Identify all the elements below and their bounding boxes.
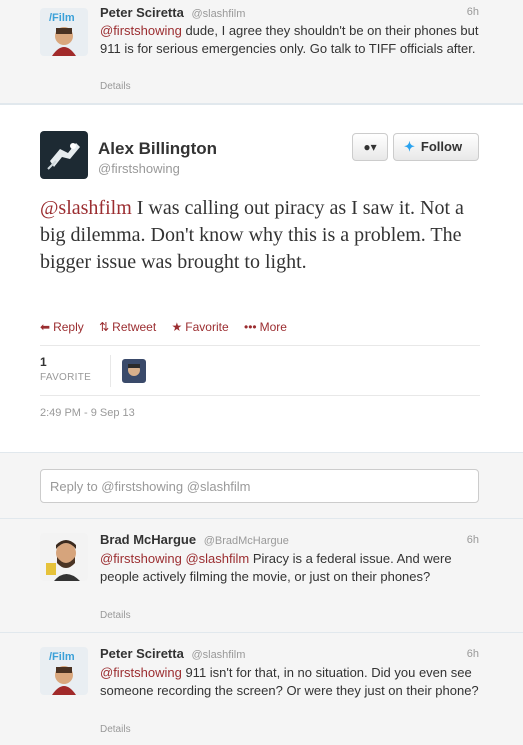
details-link[interactable]: Details [100,724,131,735]
divider [40,345,480,346]
divider [110,355,111,387]
user-actions-button[interactable]: ●▾ [352,133,388,161]
retweet-label: Retweet [112,320,157,334]
favorites-label[interactable]: FAVORITE [40,372,91,383]
tweet-text: @firstshowing dude, I agree they shouldn… [100,22,485,58]
reply-label: Reply [53,320,84,334]
reply-icon: ⬅ [40,320,51,334]
author-name[interactable]: Alex Billington [98,139,217,159]
more-action[interactable]: ••• More [244,320,287,334]
mention-link[interactable]: @slashfilm [185,551,249,566]
tweet-header: Peter Sciretta @slashfilm [100,5,245,20]
expanded-tweet: Alex Billington @firstshowing ●▾ ✦ Follow… [0,104,523,453]
svg-text:/Film: /Film [49,651,75,663]
divider [40,395,480,396]
avatar[interactable]: /Film [40,8,88,56]
details-link[interactable]: Details [100,610,131,621]
tweet-brad[interactable]: Brad McHargue @BradMcHargue 6h @firstsho… [0,519,523,633]
tweet-time[interactable]: 6h [467,6,479,18]
tweet-peter-1[interactable]: /Film Peter Sciretta @slashfilm 6h @firs… [0,0,523,104]
tweet-text: @firstshowing 911 isn't for that, in no … [100,664,485,700]
follow-button[interactable]: ✦ Follow [393,133,479,161]
follow-label: Follow [420,139,463,154]
favorites-count[interactable]: 1 [40,355,47,369]
tweet-header: Brad McHargue @BradMcHargue [100,532,289,547]
mention-link[interactable]: @firstshowing [100,23,182,38]
author-name[interactable]: Peter Sciretta [100,646,184,661]
bird-icon: ✦ [404,139,415,154]
author-handle[interactable]: @slashfilm [191,8,245,20]
details-link[interactable]: Details [100,81,131,92]
avatar[interactable]: /Film [40,647,88,695]
mention-link[interactable]: @firstshowing [100,551,182,566]
favoriter-avatar[interactable] [122,359,146,383]
reply-input[interactable]: Reply to @firstshowing @slashfilm [40,469,479,503]
star-icon: ★ [171,320,183,334]
user-icon: ● [363,140,371,154]
retweet-action[interactable]: ⇅ Retweet [99,320,156,334]
tweet-actions: ⬅ Reply ⇅ Retweet ★ Favorite ••• More [40,320,299,334]
mention-link[interactable]: @slashfilm [40,197,132,219]
reply-action[interactable]: ⬅ Reply [40,320,84,334]
author-handle[interactable]: @slashfilm [191,649,245,661]
tweet-text: @slashfilm I was calling out piracy as I… [40,195,490,276]
tweet-time[interactable]: 6h [467,648,479,660]
tweet-timestamp[interactable]: 2:49 PM - 9 Sep 13 [40,407,135,419]
retweet-icon: ⇅ [99,320,110,334]
tweet-time[interactable]: 6h [467,534,479,546]
author-handle[interactable]: @BradMcHargue [204,535,289,547]
more-label: More [259,320,287,334]
favorite-action[interactable]: ★ Favorite [172,320,229,334]
author-handle[interactable]: @firstshowing [98,161,180,176]
chevron-down-icon: ▾ [370,140,377,154]
mention-link[interactable]: @firstshowing [100,665,182,680]
favorite-label: Favorite [185,320,229,334]
avatar[interactable] [40,533,88,581]
svg-text:/Film: /Film [49,12,75,24]
author-name[interactable]: Peter Sciretta [100,5,184,20]
more-dots-icon: ••• [244,320,257,334]
tweet-text: @firstshowing @slashfilm Piracy is a fed… [100,550,485,586]
reply-box: Reply to @firstshowing @slashfilm [0,453,523,519]
author-name[interactable]: Brad McHargue [100,532,196,547]
tweet-header: Peter Sciretta @slashfilm [100,646,245,661]
tweet-peter-2[interactable]: /Film Peter Sciretta @slashfilm 6h @firs… [0,633,523,745]
avatar[interactable] [40,131,88,179]
